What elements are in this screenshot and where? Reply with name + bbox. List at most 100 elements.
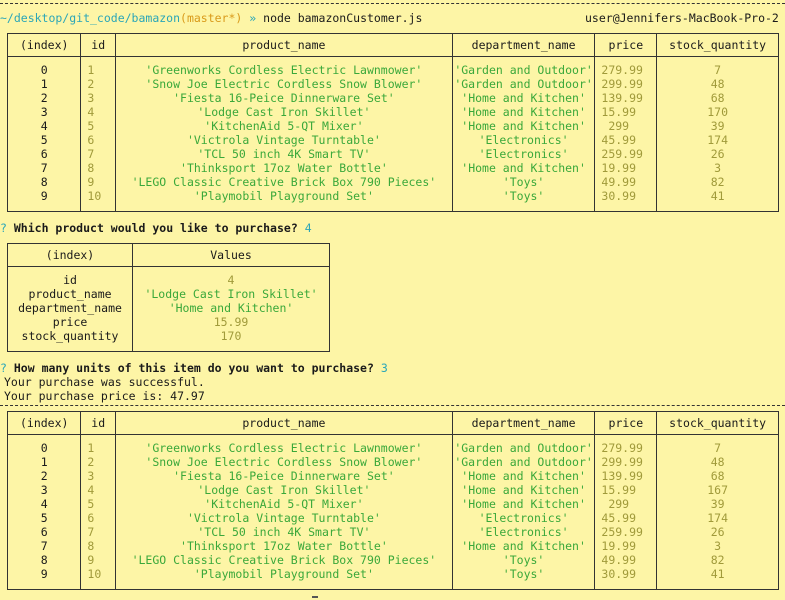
table-row: 5 6 'Victrola Vintage Turntable' 'Electroni… [7,511,779,525]
column-header: Values [132,243,330,267]
prompt-arrow: » [249,11,257,25]
inventory-table-after: (index) id product_name department_name pric… [7,411,779,590]
column-header: department_name [452,411,596,435]
column-header: product_name [115,33,453,57]
price-cell: 299 [594,119,658,133]
id-cell: 9 [80,175,117,189]
id-cell: 6 [80,511,117,525]
question-1-answer[interactable]: 4 [305,221,312,235]
detail-value-cell: 15.99 [132,315,330,329]
spacer-cell [594,203,658,212]
column-header: price [594,33,658,57]
spacer-cell [80,581,117,590]
detail-value-cell: 'Home and Kitchen' [132,301,330,315]
table-row: 3 4 'Lodge Cast Iron Skillet' 'Home and Kit… [7,483,779,497]
spacer-cell [7,343,133,352]
department-cell: 'Home and Kitchen' [452,161,596,175]
question-2: ? How many units of this item do you wan… [0,361,388,375]
product-name-cell: 'Playmobil Playground Set' [115,567,453,581]
stock-cell: 41 [656,189,779,203]
id-cell: 10 [80,567,117,581]
stock-cell: 174 [656,133,779,147]
id-cell: 2 [80,455,117,469]
spacer-cell [80,203,117,212]
product-name-cell: 'Lodge Cast Iron Skillet' [115,483,453,497]
id-cell: 1 [80,441,117,455]
product-name-cell: 'Lodge Cast Iron Skillet' [115,105,453,119]
question-2-text: How many units of this item do you want … [13,361,374,375]
index-cell: 7 [7,539,82,553]
question-1: ? Which product would you like to purcha… [0,221,312,235]
detail-key-cell: id [7,273,133,287]
price-cell: 299 [594,497,658,511]
index-cell: 0 [7,63,82,77]
product-detail-table: (index) Values id 4 product_name 'Lodge Cast … [7,243,330,352]
department-cell: 'Electronics' [452,133,596,147]
price-cell: 279.99 [594,441,658,455]
department-cell: 'Toys' [452,189,596,203]
purchase-price: Your purchase price is: 47.97 [4,389,205,403]
spacer-cell [656,581,779,590]
index-cell: 5 [7,511,82,525]
department-cell: 'Electronics' [452,525,596,539]
product-name-cell: 'Greenworks Cordless Electric Lawnmower' [115,441,453,455]
spacer-row [7,343,330,352]
price-cell: 139.99 [594,469,658,483]
index-cell: 6 [7,147,82,161]
id-cell: 7 [80,147,117,161]
detail-value-cell: 'Lodge Cast Iron Skillet' [132,287,330,301]
spacer-cell [656,203,779,212]
price-cell: 15.99 [594,483,658,497]
table-row: 5 6 'Victrola Vintage Turntable' 'Electroni… [7,133,779,147]
department-cell: 'Toys' [452,567,596,581]
header-row: (index) id product_name department_name pric… [7,411,779,435]
product-name-cell: 'KitchenAid 5-QT Mixer' [115,497,453,511]
id-cell: 5 [80,119,117,133]
table-row: 8 9 'LEGO Classic Creative Brick Box 790 P… [7,553,779,567]
question-2-answer[interactable]: 3 [381,361,388,375]
detail-key-cell: product_name [7,287,133,301]
stock-cell: 48 [656,455,779,469]
product-name-cell: 'Snow Joe Electric Cordless Snow Blower' [115,77,453,91]
product-name-cell: 'Playmobil Playground Set' [115,189,453,203]
id-cell: 10 [80,189,117,203]
stock-cell: 26 [656,147,779,161]
column-header: (index) [7,33,82,57]
department-cell: 'Home and Kitchen' [452,105,596,119]
table-row: 6 7 'TCL 50 inch 4K Smart TV' 'Electronics'… [7,147,779,161]
product-name-cell: 'Thinksport 17oz Water Bottle' [115,539,453,553]
prompt-host: user@Jennifers-MacBook-Pro-2 [585,11,779,25]
top-divider [0,3,785,4]
stock-cell: 7 [656,441,779,455]
detail-key-cell: department_name [7,301,133,315]
id-cell: 2 [80,77,117,91]
department-cell: 'Toys' [452,175,596,189]
index-cell: 3 [7,483,82,497]
detail-key-cell: price [7,315,133,329]
table-row: product_name 'Lodge Cast Iron Skillet' [7,287,330,301]
terminal-cursor [312,596,318,598]
stock-cell: 170 [656,105,779,119]
column-header: stock_quantity [656,33,779,57]
stock-cell: 41 [656,567,779,581]
table-row: department_name 'Home and Kitchen' [7,301,330,315]
table-row: 2 3 'Fiesta 16-Peice Dinnerware Set' 'Home … [7,469,779,483]
id-cell: 3 [80,91,117,105]
index-cell: 3 [7,105,82,119]
department-cell: 'Garden and Outdoor' [452,63,596,77]
id-cell: 6 [80,133,117,147]
column-header: department_name [452,33,596,57]
prompt-command: node bamazonCustomer.js [263,11,423,25]
department-cell: 'Electronics' [452,511,596,525]
table-row: 7 8 'Thinksport 17oz Water Bottle' 'Home an… [7,161,779,175]
spacer-cell [7,581,82,590]
stock-cell: 68 [656,91,779,105]
department-cell: 'Home and Kitchen' [452,119,596,133]
id-cell: 4 [80,105,117,119]
column-header: (index) [7,243,133,267]
header-row: (index) Values [7,243,330,267]
column-header: (index) [7,411,82,435]
price-cell: 259.99 [594,525,658,539]
index-cell: 6 [7,525,82,539]
table-row: 1 2 'Snow Joe Electric Cordless Snow Blowe… [7,77,779,91]
